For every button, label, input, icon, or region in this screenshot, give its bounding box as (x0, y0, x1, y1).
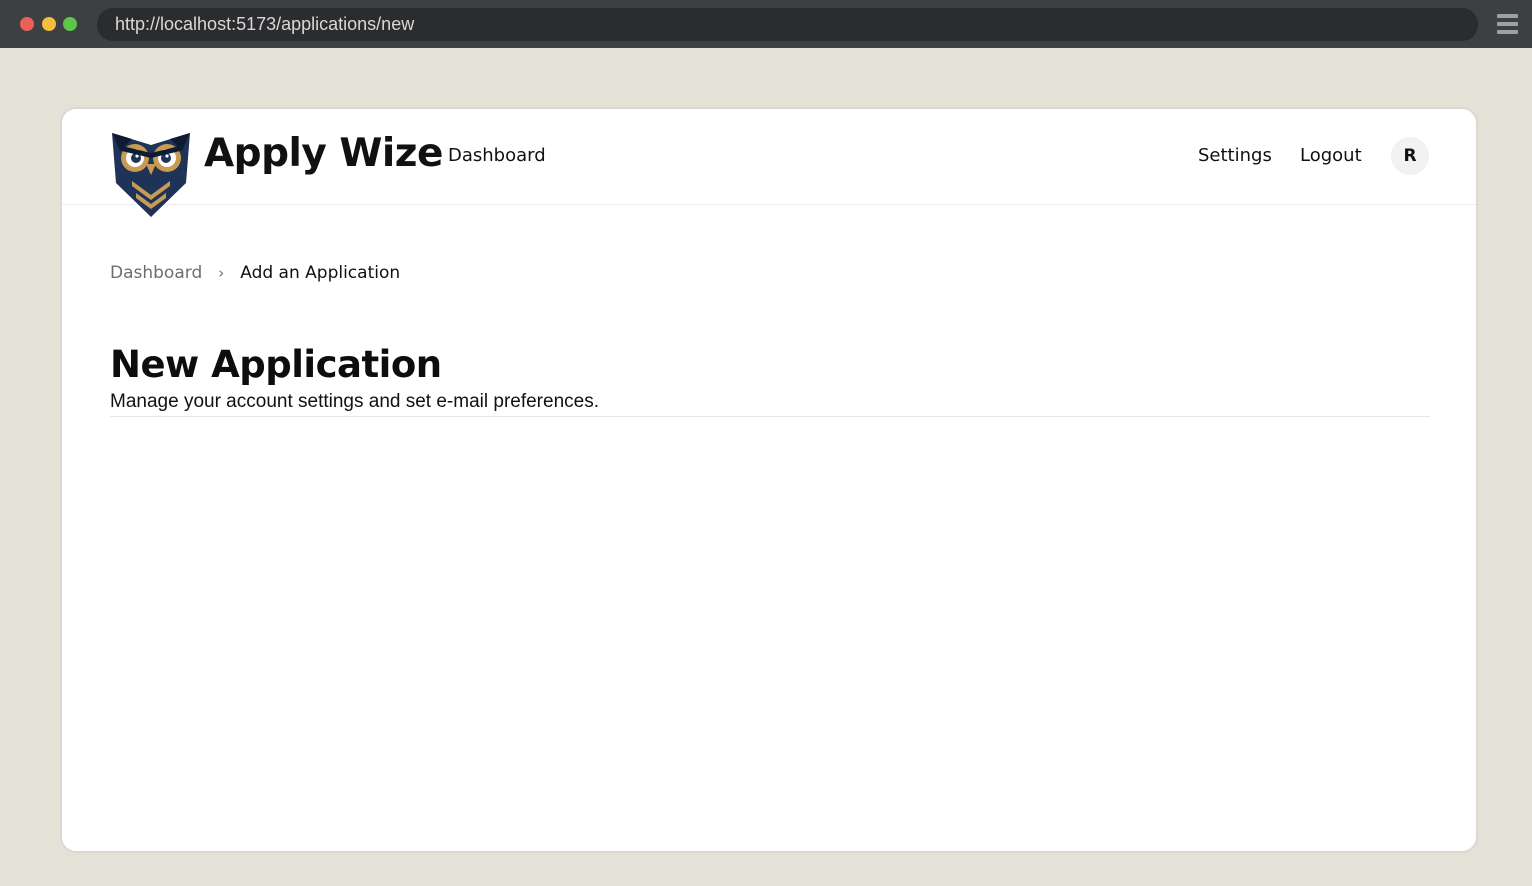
page-title: New Application (110, 343, 442, 386)
browser-titlebar: http://localhost:5173/applications/new (0, 0, 1532, 48)
close-window-button[interactable] (20, 17, 34, 31)
nav-dashboard-link[interactable]: Dashboard (448, 145, 546, 166)
hamburger-menu-icon[interactable] (1497, 14, 1518, 34)
user-avatar[interactable]: R (1391, 137, 1429, 175)
breadcrumb: Dashboard › Add an Application (110, 263, 400, 283)
nav-logout-link[interactable]: Logout (1300, 145, 1362, 166)
brand-name[interactable]: Apply Wize (204, 131, 443, 176)
address-bar[interactable]: http://localhost:5173/applications/new (97, 8, 1478, 41)
breadcrumb-dashboard-link[interactable]: Dashboard (110, 263, 202, 283)
minimize-window-button[interactable] (42, 17, 56, 31)
owl-logo-icon[interactable] (110, 131, 192, 219)
page-subtitle: Manage your account settings and set e-m… (110, 391, 599, 412)
top-navbar: Apply Wize Dashboard Settings Logout R (62, 109, 1476, 217)
section-divider (110, 416, 1430, 417)
maximize-window-button[interactable] (63, 17, 77, 31)
chevron-right-icon: › (218, 264, 225, 282)
nav-settings-link[interactable]: Settings (1198, 145, 1272, 166)
app-card: Apply Wize Dashboard Settings Logout R D… (60, 107, 1478, 853)
breadcrumb-current: Add an Application (240, 263, 401, 283)
